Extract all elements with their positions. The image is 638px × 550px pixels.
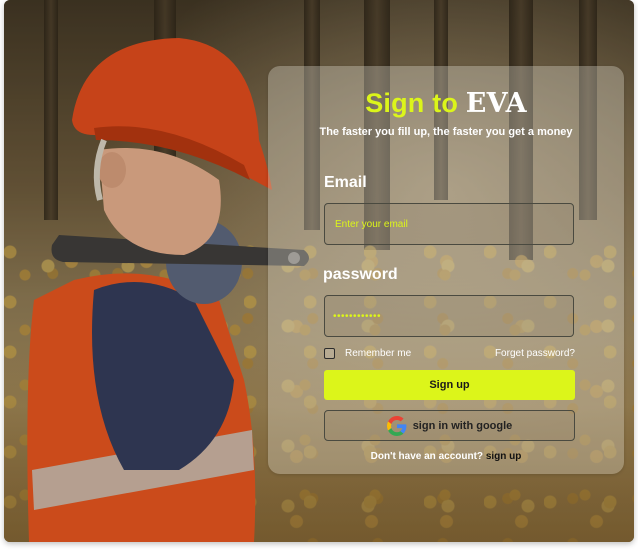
sign-up-button[interactable]: Sign up: [324, 370, 575, 400]
google-sign-in-button[interactable]: sign in with google: [324, 410, 575, 441]
no-account-text: Don't have an account?: [370, 451, 484, 462]
brand-name: EVA: [465, 88, 527, 119]
remember-me[interactable]: Remember me: [324, 348, 411, 359]
subtitle: The faster you fill up, the faster you g…: [319, 126, 573, 138]
google-icon: [386, 415, 407, 436]
remember-me-label: Remember me: [345, 348, 412, 359]
email-label: Email: [324, 174, 367, 191]
password-field-container[interactable]: ••••••••••••: [324, 295, 574, 337]
page-title: Sign to EVA: [268, 88, 624, 119]
forgot-password-link[interactable]: Forget password?: [495, 348, 575, 359]
title-prefix: Sign to: [365, 88, 459, 118]
google-button-label: sign in with google: [412, 419, 513, 432]
remember-me-checkbox[interactable]: [324, 348, 335, 359]
signup-prompt: Don't have an account? sign up: [268, 451, 624, 462]
sign-up-link[interactable]: sign up: [486, 451, 522, 462]
form-options-row: Remember me Forget password?: [324, 348, 575, 359]
email-field-container: [324, 203, 574, 245]
password-input[interactable]: ••••••••••••: [333, 311, 381, 322]
password-label: password: [323, 266, 398, 283]
email-input[interactable]: [333, 217, 573, 231]
login-card: Sign to EVA The faster you fill up, the …: [268, 66, 624, 474]
login-screen: Sign to EVA The faster you fill up, the …: [4, 0, 634, 542]
